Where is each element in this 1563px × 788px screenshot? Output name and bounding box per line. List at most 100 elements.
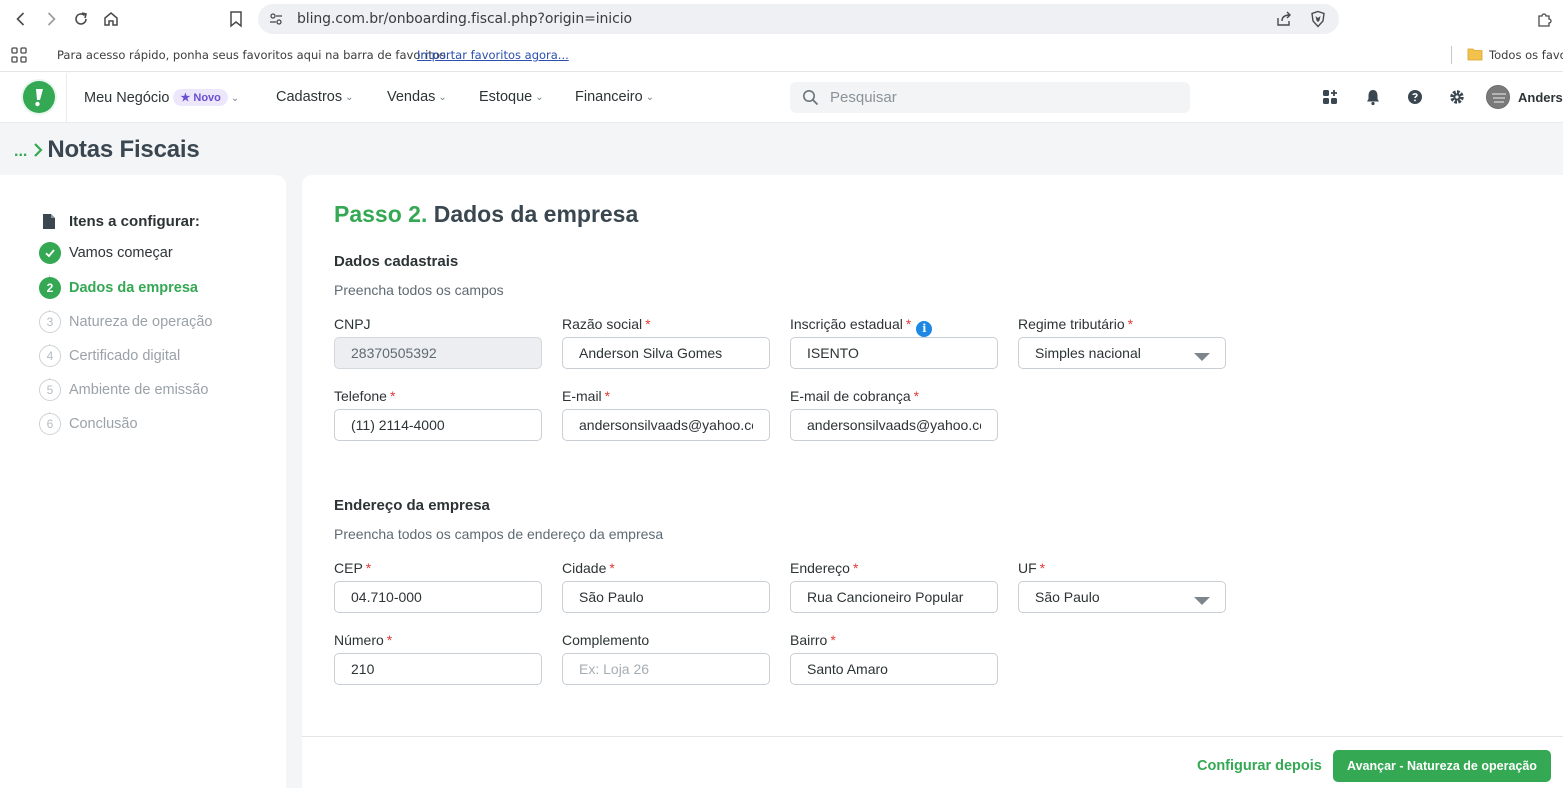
uf-select[interactable]: São Paulo	[1018, 581, 1226, 613]
menu-estoque[interactable]: Estoque ⌄	[479, 89, 544, 105]
bairro-label: Bairro *	[790, 632, 836, 648]
apps-plus-icon[interactable]	[1321, 88, 1339, 106]
inscricao-estadual-field[interactable]	[790, 337, 998, 369]
address-bar[interactable]: bling.com.br/onboarding.fiscal.php?origi…	[258, 4, 1339, 34]
menu-label: Estoque	[479, 89, 533, 105]
url-text[interactable]: bling.com.br/onboarding.fiscal.php?origi…	[297, 11, 632, 27]
search-input[interactable]	[830, 82, 1180, 113]
cep-field[interactable]	[334, 581, 542, 613]
regime-tributario-label: Regime tributário *	[1018, 316, 1133, 332]
required-marker: *	[604, 388, 611, 404]
info-icon[interactable]: i	[916, 321, 933, 337]
star-icon: ★	[180, 92, 191, 104]
email-label: E-mail *	[562, 388, 610, 404]
email-cobranca-field[interactable]	[790, 409, 998, 441]
menu-cadastros[interactable]: Cadastros ⌄	[276, 89, 353, 105]
stepper-heading-text: Itens a configurar:	[69, 213, 200, 230]
step-number: 3	[39, 311, 61, 333]
label-text: Complemento	[562, 632, 650, 648]
endereco-field[interactable]	[790, 581, 998, 613]
menu-meu-negocio[interactable]: Meu Negócio ★ Novo ⌄	[84, 89, 239, 106]
telefone-label: Telefone *	[334, 388, 395, 404]
bell-icon[interactable]	[1364, 88, 1382, 106]
step-label: Conclusão	[69, 416, 138, 432]
brave-shield-icon[interactable]	[1309, 10, 1327, 28]
cidade-label: Cidade *	[562, 560, 615, 576]
form-title: Passo 2. Dados da empresa	[334, 201, 638, 228]
cnpj-label: CNPJ	[334, 316, 371, 332]
forward-icon[interactable]	[40, 8, 62, 30]
numero-label: Número *	[334, 632, 392, 648]
label-text: E-mail de cobrança	[790, 388, 911, 404]
chevron-down-icon: ⌄	[438, 92, 447, 103]
caret-down-icon	[1193, 593, 1211, 605]
site-settings-icon[interactable]	[268, 11, 284, 27]
menu-label: Financeiro	[575, 89, 643, 105]
import-bookmarks-link[interactable]: Importar favoritos agora...	[417, 48, 569, 62]
help-icon[interactable]	[1406, 88, 1424, 106]
bookmark-icon[interactable]	[226, 9, 246, 29]
breadcrumb-ellipsis[interactable]: ...	[14, 143, 27, 161]
step-conclusao[interactable]: 6 Conclusão	[39, 413, 138, 435]
label-text: Regime tributário	[1018, 316, 1125, 332]
label-text: Bairro	[790, 632, 828, 648]
cidade-field[interactable]	[562, 581, 770, 613]
required-marker: *	[365, 560, 372, 576]
numero-field[interactable]	[334, 653, 542, 685]
razao-social-field[interactable]	[562, 337, 770, 369]
menu-vendas[interactable]: Vendas ⌄	[387, 89, 447, 105]
back-icon[interactable]	[10, 8, 32, 30]
avatar[interactable]	[1486, 85, 1510, 109]
app-header: Meu Negócio ★ Novo ⌄ Cadastros ⌄ Vendas ⌄ Es…	[0, 73, 1563, 123]
required-marker: *	[905, 316, 912, 332]
folder-icon[interactable]	[1467, 47, 1483, 61]
gear-icon[interactable]	[1448, 88, 1466, 106]
chevron-down-icon: ⌄	[230, 93, 240, 104]
form-title-text: Dados da empresa	[433, 201, 639, 227]
chevron-down-icon: ⌄	[645, 92, 655, 103]
complemento-label: Complemento	[562, 632, 649, 648]
user-name[interactable]: Anderso	[1518, 90, 1563, 105]
step-certificado-digital[interactable]: 4 Certificado digital	[39, 345, 180, 367]
step-label: Natureza de operação	[69, 314, 213, 330]
regime-tributario-select[interactable]: Simples nacional	[1018, 337, 1226, 369]
label-text: Endereço	[790, 560, 850, 576]
form-panel: Passo 2. Dados da empresa Dados cadastra…	[302, 175, 1563, 788]
required-marker: *	[389, 388, 396, 404]
step-label: Certificado digital	[69, 348, 181, 364]
next-step-button[interactable]: Avançar - Natureza de operação	[1333, 750, 1551, 782]
telefone-field[interactable]	[334, 409, 542, 441]
bookmarks-divider	[1451, 46, 1452, 64]
label-text: E-mail	[562, 388, 602, 404]
step-ambiente-de-emissao[interactable]: 5 Ambiente de emissão	[39, 379, 208, 401]
cnpj-field	[334, 337, 542, 369]
step-dados-da-empresa[interactable]: 2 Dados da empresa	[39, 277, 198, 299]
browser-toolbar: bling.com.br/onboarding.fiscal.php?origi…	[0, 0, 1563, 38]
extensions-icon[interactable]	[1536, 10, 1554, 28]
required-marker: *	[830, 632, 836, 648]
configure-later-button[interactable]: Configurar depois	[1197, 758, 1322, 774]
email-field[interactable]	[562, 409, 770, 441]
novo-badge-label: Novo	[193, 92, 221, 104]
home-icon[interactable]	[100, 8, 122, 30]
bling-logo[interactable]	[23, 81, 55, 113]
search-box[interactable]	[790, 82, 1190, 113]
search-icon	[802, 89, 819, 106]
step-vamos-comecar[interactable]: Vamos começar	[39, 242, 173, 264]
page-title: Notas Fiscais	[47, 136, 200, 163]
share-icon[interactable]	[1275, 10, 1293, 28]
document-icon	[42, 213, 56, 230]
all-bookmarks-label[interactable]: Todos os favo	[1489, 48, 1563, 62]
complemento-field[interactable]	[562, 653, 770, 685]
bairro-field[interactable]	[790, 653, 998, 685]
step-natureza-de-operacao[interactable]: 3 Natureza de operação	[39, 311, 213, 333]
bookmarks-bar: Para acesso rápido, ponha seus favoritos…	[0, 38, 1563, 72]
cep-label: CEP *	[334, 560, 371, 576]
step-label: Vamos começar	[69, 245, 173, 261]
select-value: Simples nacional	[1035, 345, 1141, 361]
section-title: Dados cadastrais	[334, 253, 459, 270]
apps-grid-icon[interactable]	[10, 46, 28, 64]
reload-icon[interactable]	[70, 8, 92, 30]
menu-financeiro[interactable]: Financeiro ⌄	[575, 89, 654, 105]
label-text: Telefone	[334, 388, 387, 404]
